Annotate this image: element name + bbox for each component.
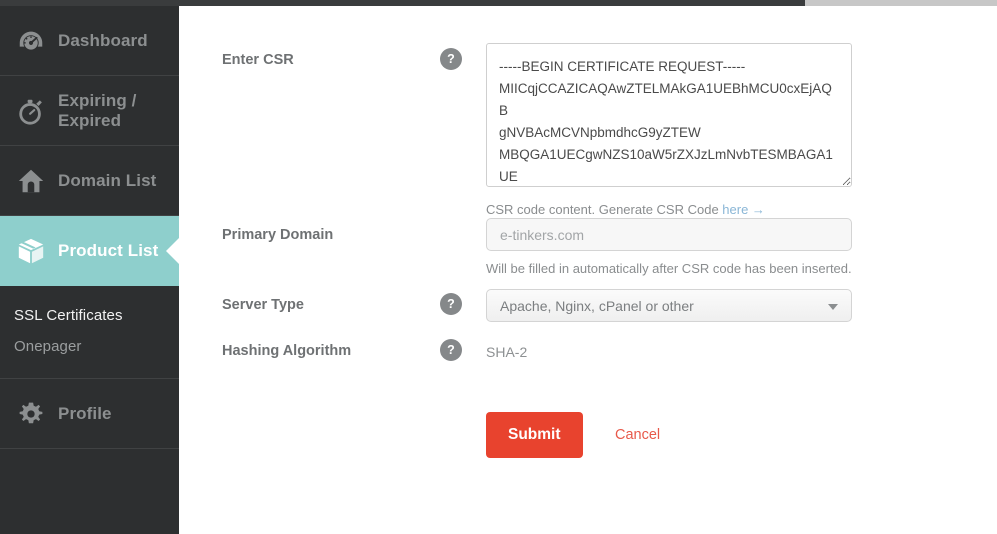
- help-icon-server-type[interactable]: ?: [440, 293, 462, 315]
- input-col-enter-csr: CSR code content. Generate CSR Code here…: [486, 43, 852, 218]
- app-container: Dashboard Expiring / Expired Domain List…: [0, 6, 997, 534]
- hashing-algorithm-label: Hashing Algorithm: [222, 343, 352, 359]
- primary-domain-label: Primary Domain: [222, 227, 334, 243]
- sidebar-item-domain-list[interactable]: Domain List: [0, 146, 179, 216]
- label-col-enter-csr: Enter CSR ?: [222, 48, 462, 70]
- sidebar-item-label: Domain List: [58, 170, 157, 190]
- chevron-down-icon[interactable]: [828, 303, 838, 310]
- sidebar-subnav: SSL Certificates Onepager: [0, 286, 179, 379]
- hashing-algorithm-value: SHA-2: [486, 344, 528, 360]
- gear-icon: [14, 397, 48, 431]
- actions-col: Submit Cancel: [486, 412, 852, 458]
- primary-domain-hint: Will be filled in automatically after CS…: [486, 261, 852, 276]
- sidebar-item-label: Profile: [58, 403, 112, 423]
- main-content: Enter CSR ? CSR code content. Generate C…: [179, 6, 997, 534]
- sidebar-item-expiring-expired[interactable]: Expiring / Expired: [0, 76, 179, 146]
- gauge-icon: [14, 24, 48, 58]
- active-indicator-arrow: [166, 237, 180, 265]
- server-type-label: Server Type: [222, 297, 304, 313]
- label-col-primary-domain: Primary Domain: [222, 226, 462, 244]
- label-col-server-type: Server Type ?: [222, 293, 462, 315]
- sidebar-item-label: Expiring / Expired: [58, 90, 137, 130]
- sidebar: Dashboard Expiring / Expired Domain List…: [0, 6, 180, 534]
- sidebar-item-label: Product List: [58, 241, 159, 260]
- server-type-selected-value: Apache, Nginx, cPanel or other: [500, 297, 694, 314]
- sidebar-item-profile[interactable]: Profile: [0, 379, 179, 449]
- cancel-link[interactable]: Cancel: [615, 412, 660, 458]
- sidebar-item-product-list[interactable]: Product List: [0, 216, 180, 286]
- csr-textarea[interactable]: [486, 43, 852, 187]
- enter-csr-label: Enter CSR: [222, 52, 294, 68]
- csr-hint: CSR code content. Generate CSR Code here…: [486, 201, 852, 218]
- sidebar-item-dashboard[interactable]: Dashboard: [0, 6, 179, 76]
- sidebar-item-label: Dashboard: [58, 30, 148, 50]
- sidebar-subitem-ssl-certificates[interactable]: SSL Certificates: [14, 300, 179, 331]
- label-col-hashing-algorithm: Hashing Algorithm ?: [222, 339, 462, 361]
- input-col-hashing-algorithm: SHA-2: [486, 336, 852, 362]
- horizontal-scrollbar-thumb[interactable]: [0, 0, 805, 6]
- csr-hint-text: CSR code content. Generate CSR Code: [486, 202, 723, 217]
- server-type-select[interactable]: Apache, Nginx, cPanel or other: [486, 289, 852, 322]
- horizontal-scrollbar-track[interactable]: [0, 0, 997, 6]
- house-icon: [14, 164, 48, 198]
- input-col-server-type: Apache, Nginx, cPanel or other: [486, 289, 852, 322]
- help-icon-hashing-algorithm[interactable]: ?: [440, 339, 462, 361]
- submit-button[interactable]: Submit: [486, 412, 583, 458]
- generate-csr-link[interactable]: here →: [722, 202, 765, 217]
- primary-domain-input[interactable]: [486, 218, 852, 251]
- stopwatch-icon: [14, 94, 48, 128]
- sidebar-subitem-onepager[interactable]: Onepager: [14, 331, 179, 362]
- input-col-primary-domain: Will be filled in automatically after CS…: [486, 218, 852, 277]
- help-icon-enter-csr[interactable]: ?: [440, 48, 462, 70]
- package-box-icon: [14, 234, 48, 268]
